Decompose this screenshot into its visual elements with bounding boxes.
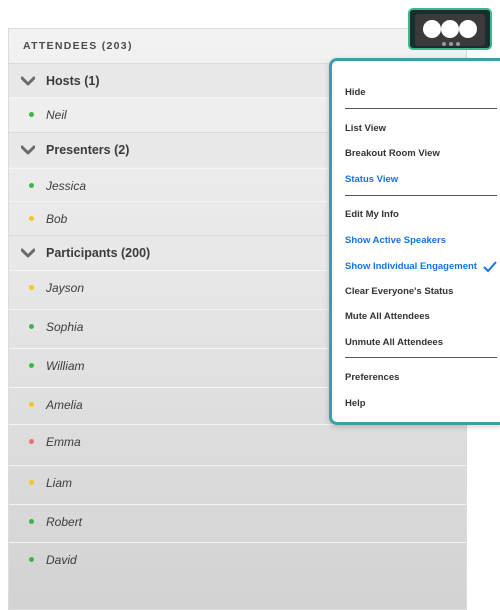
attendee-name: Neil: [46, 107, 67, 122]
menu-item-show-active-speakers[interactable]: Show Active Speakers: [345, 235, 446, 246]
group-participants-label: Participants (200): [46, 245, 151, 260]
more-options-button[interactable]: [408, 8, 492, 50]
attendee-name: Liam: [46, 475, 73, 490]
status-dot: [29, 402, 34, 407]
chevron-down-icon[interactable]: [21, 76, 35, 86]
status-dot: [29, 324, 34, 329]
attendee-row[interactable]: Emma: [9, 424, 466, 458]
attendee-row[interactable]: David: [9, 542, 466, 576]
attendee-name: Jessica: [46, 178, 87, 193]
attendee-name: David: [46, 552, 77, 567]
attendee-name: Amelia: [46, 397, 83, 412]
checkmark-icon: [483, 261, 497, 273]
menu-item-breakout-room-view[interactable]: Breakout Room View: [345, 148, 440, 159]
attendee-name: Sophia: [46, 319, 84, 334]
attendee-row[interactable]: Robert: [9, 504, 466, 538]
attendee-name: Emma: [46, 434, 81, 449]
menu-divider: [345, 195, 497, 196]
group-presenters-label: Presenters (2): [46, 142, 130, 157]
status-dot: [29, 519, 34, 524]
status-dot: [29, 363, 34, 368]
menu-item-preferences[interactable]: Preferences: [345, 372, 399, 383]
attendee-row[interactable]: Liam: [9, 465, 466, 499]
more-dot: [441, 20, 459, 38]
menu-divider: [345, 357, 497, 358]
chevron-down-icon[interactable]: [21, 145, 35, 155]
status-dot: [29, 183, 34, 188]
group-hosts-label: Hosts (1): [46, 73, 100, 88]
menu-item-status-view[interactable]: Status View: [345, 174, 398, 185]
menu-divider: [345, 108, 497, 109]
menu-item-hide[interactable]: Hide: [345, 87, 366, 98]
more-options-icon: [415, 14, 485, 46]
menu-item-help[interactable]: Help: [345, 398, 366, 409]
status-dot: [29, 557, 34, 562]
status-dot: [29, 439, 34, 444]
pager-dot: [456, 42, 460, 46]
more-dot: [423, 20, 441, 38]
status-dot: [29, 285, 34, 290]
status-dot: [29, 112, 34, 117]
chevron-down-icon[interactable]: [21, 248, 35, 258]
pager-dot: [449, 42, 453, 46]
menu-item-mute-all-attendees[interactable]: Mute All Attendees: [345, 311, 430, 322]
menu-item-clear-everyones-status[interactable]: Clear Everyone's Status: [345, 286, 453, 297]
menu-item-show-individual-engagement[interactable]: Show Individual Engagement: [345, 261, 477, 272]
status-dot: [29, 216, 34, 221]
attendee-name: William: [46, 358, 85, 373]
attendee-name: Bob: [46, 211, 68, 226]
status-dot: [29, 480, 34, 485]
pager-dot: [442, 42, 446, 46]
menu-item-list-view[interactable]: List View: [345, 123, 386, 134]
menu-item-edit-my-info[interactable]: Edit My Info: [345, 209, 399, 220]
more-dot: [459, 20, 477, 38]
menu-item-unmute-all-attendees[interactable]: Unmute All Attendees: [345, 337, 443, 348]
attendee-name: Robert: [46, 514, 83, 529]
attendee-name: Jayson: [46, 280, 85, 295]
pod-options-menu: Hide List View Breakout Room View Status…: [329, 58, 500, 425]
